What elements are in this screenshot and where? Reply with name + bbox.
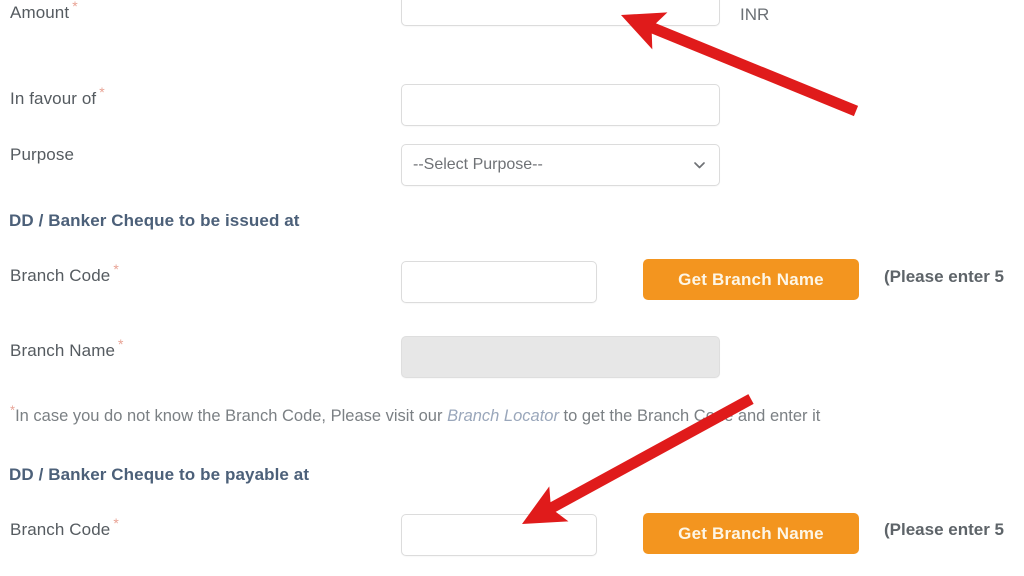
in-favour-of-label: In favour of * bbox=[10, 84, 105, 108]
required-asterisk: * bbox=[113, 515, 119, 532]
issued-branch-code-input[interactable] bbox=[401, 261, 597, 303]
branch-code-help-note: *In case you do not know the Branch Code… bbox=[10, 404, 821, 426]
payable-at-heading: DD / Banker Cheque to be payable at bbox=[9, 465, 310, 484]
chevron-down-icon bbox=[693, 159, 706, 172]
amount-input[interactable] bbox=[401, 0, 720, 26]
required-asterisk: * bbox=[118, 336, 124, 353]
required-asterisk: * bbox=[113, 261, 119, 278]
issued-branch-code-label: Branch Code * bbox=[10, 261, 119, 285]
payable-get-branch-name-button[interactable]: Get Branch Name bbox=[643, 513, 859, 554]
issued-at-heading: DD / Banker Cheque to be issued at bbox=[9, 211, 300, 230]
payable-branch-code-input[interactable] bbox=[401, 514, 597, 556]
note-text-after-link: to get the Branch Code and enter it bbox=[558, 407, 821, 425]
purpose-label: Purpose bbox=[10, 145, 75, 164]
purpose-select-value: --Select Purpose-- bbox=[413, 156, 543, 173]
required-asterisk: * bbox=[99, 84, 105, 101]
payable-branch-code-label: Branch Code * bbox=[10, 515, 119, 539]
amount-label: Amount * bbox=[10, 0, 78, 22]
branch-locator-link[interactable]: Branch Locator bbox=[447, 407, 559, 425]
amount-currency-unit: INR bbox=[740, 5, 770, 24]
issued-branch-name-input bbox=[401, 336, 720, 378]
purpose-select[interactable]: --Select Purpose-- bbox=[401, 144, 720, 186]
payable-branch-code-hint: (Please enter 5 bbox=[884, 520, 1005, 539]
issued-branch-code-hint: (Please enter 5 bbox=[884, 267, 1005, 286]
in-favour-of-input[interactable] bbox=[401, 84, 720, 126]
issued-branch-name-label: Branch Name * bbox=[10, 336, 124, 360]
required-asterisk: * bbox=[72, 0, 78, 15]
issued-get-branch-name-button[interactable]: Get Branch Name bbox=[643, 259, 859, 300]
donation-dd-form-page: Amount * INR In favour of * Purpose --Sele… bbox=[0, 0, 1024, 576]
note-text-before-link: In case you do not know the Branch Code,… bbox=[15, 407, 448, 425]
